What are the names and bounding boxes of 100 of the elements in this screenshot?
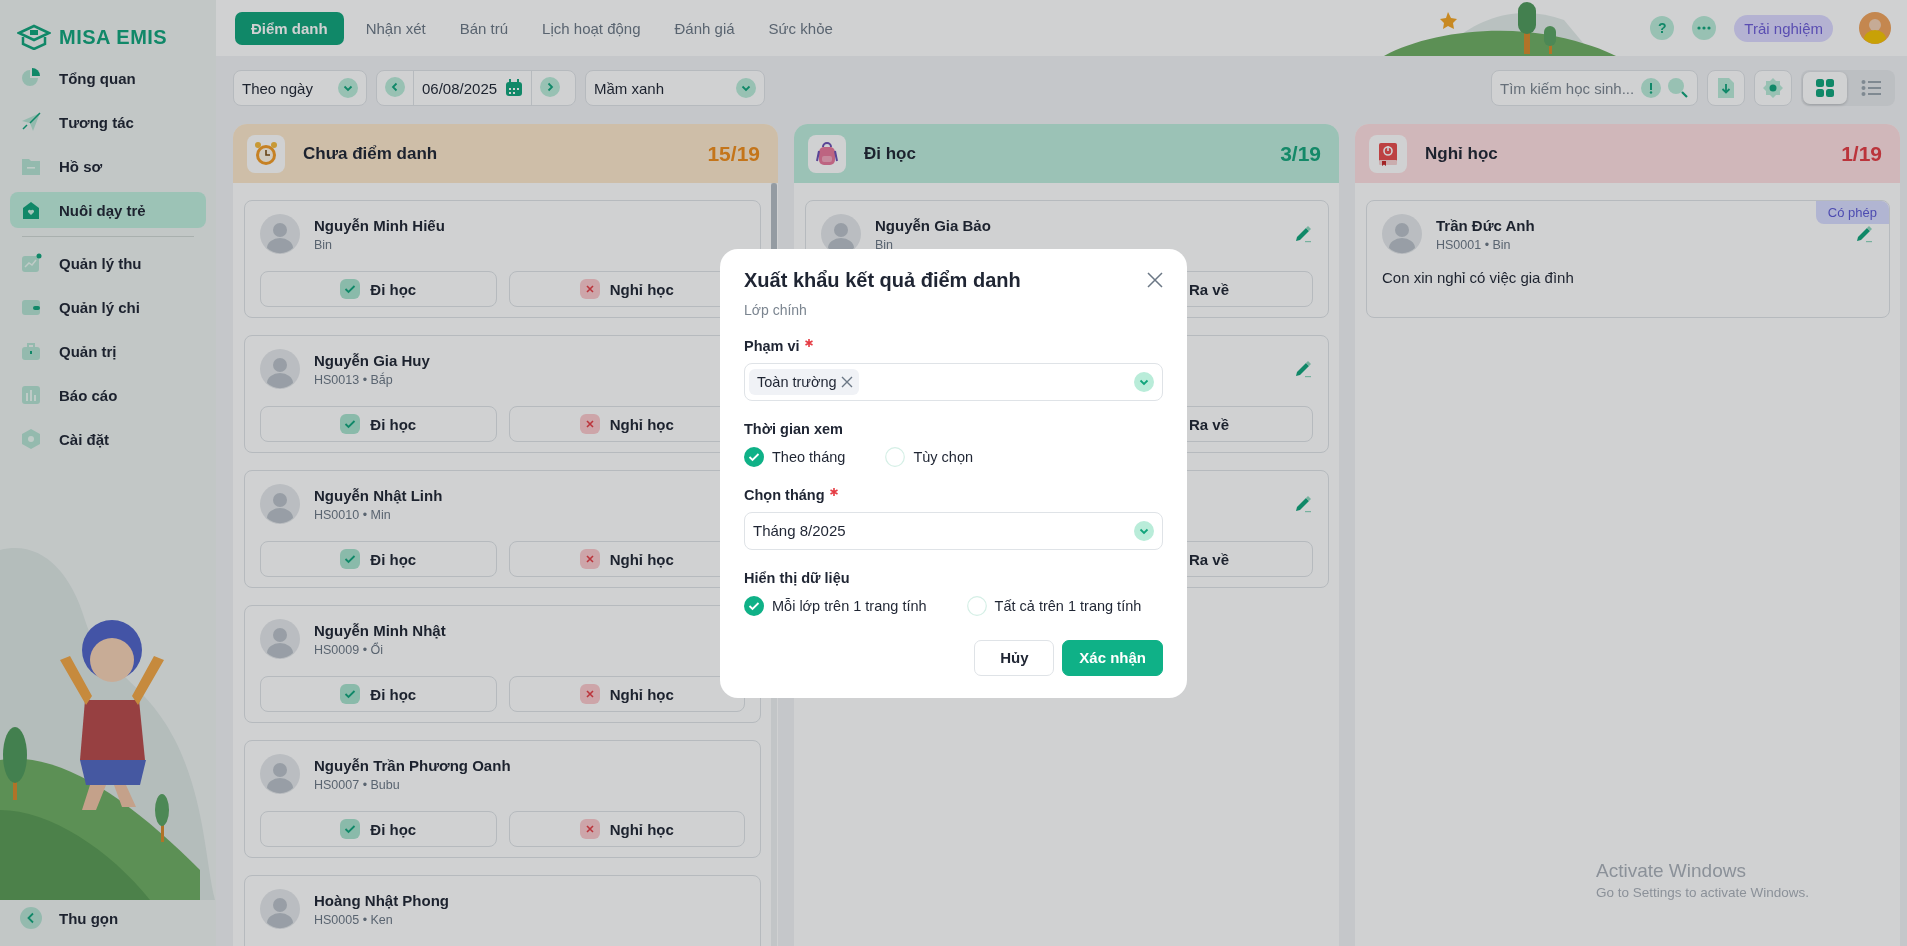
sidebar-item[interactable]: Quản lý chi	[10, 289, 206, 325]
student-name: Hoàng Nhật Phong	[314, 891, 450, 909]
date-field[interactable]: 06/08/2025	[422, 79, 498, 97]
notice-title: Activate Windows	[1596, 860, 1747, 882]
attendance-button[interactable]: Đi học	[260, 541, 497, 577]
hexagon-icon	[20, 428, 42, 450]
month-select[interactable]: Tháng 8/2025	[744, 511, 1163, 550]
check-icon	[340, 414, 361, 434]
dialog-title: Xuất khẩu kết quả điểm danh	[744, 268, 1021, 292]
radio-label[interactable]: Mỗi lớp trên 1 trang tính	[772, 597, 927, 614]
avatar-icon	[260, 619, 300, 659]
calendar-icon[interactable]	[505, 79, 524, 97]
radio-button[interactable]	[744, 595, 764, 616]
pencil-icon[interactable]	[1293, 224, 1313, 244]
radio-button[interactable]	[744, 446, 764, 467]
field-label: Thời gian xem	[744, 420, 843, 437]
student-name: Nguyễn Gia Bảo	[875, 216, 992, 234]
attendance-button[interactable]: Đi học	[260, 271, 497, 307]
info-icon	[1641, 78, 1661, 98]
student-name: Nguyễn Nhật Linh	[314, 486, 444, 504]
avatar-icon	[260, 349, 300, 389]
file-download-icon	[1717, 77, 1735, 99]
check-icon	[340, 684, 361, 704]
user-avatar-icon[interactable]	[1859, 12, 1891, 44]
check-icon	[340, 279, 361, 299]
attendance-button[interactable]: Đi học	[260, 811, 497, 847]
absence-note: Con xin nghỉ có việc gia đình	[1382, 269, 1575, 286]
sidebar-item[interactable]: Cài đặt	[10, 421, 206, 457]
avatar-icon	[260, 889, 300, 929]
grid-view-icon	[1815, 78, 1835, 98]
chevron-down-icon	[1134, 520, 1154, 541]
radio-label[interactable]: Tùy chọn	[913, 448, 974, 465]
collapse-link[interactable]: Thu gọn	[59, 909, 119, 927]
alarm-clock-icon	[253, 140, 279, 167]
tab[interactable]: Đánh giá	[662, 11, 747, 45]
list-view-icon	[1861, 79, 1881, 97]
chevron-right-icon[interactable]	[540, 76, 561, 97]
chevron-left-icon[interactable]	[385, 76, 405, 97]
tab[interactable]: Lịch hoạt động	[530, 11, 653, 45]
count-label: 1/19	[1841, 141, 1882, 166]
radio-label[interactable]: Tất cả trên 1 trang tính	[994, 597, 1142, 614]
sidebar-item[interactable]: Tương tác	[10, 104, 206, 140]
sidebar-item[interactable]: Hồ sơ	[10, 148, 206, 184]
tab[interactable]: Sức khỏe	[756, 11, 845, 45]
chevron-down-icon	[736, 78, 756, 98]
cross-icon	[579, 414, 600, 434]
pencil-icon[interactable]	[1293, 359, 1313, 379]
column-title: Đi học	[864, 143, 917, 164]
avatar-icon	[260, 214, 300, 254]
student-code: Bin	[314, 237, 334, 252]
attendance-button[interactable]: Nghỉ học	[508, 676, 745, 712]
student-code: HS0007 • Bubu	[314, 777, 401, 792]
tab[interactable]: Nhận xét	[353, 11, 438, 45]
briefcase-icon	[20, 340, 42, 362]
attendance-button[interactable]: Đi học	[260, 406, 497, 442]
more-icon[interactable]	[1692, 16, 1717, 40]
radio-label[interactable]: Theo tháng	[772, 448, 846, 465]
cancel-button[interactable]: Hủy	[974, 639, 1055, 676]
download-button[interactable]	[1707, 70, 1745, 106]
pencil-icon[interactable]	[1293, 494, 1313, 514]
pencil-icon[interactable]	[1854, 224, 1874, 244]
class-select[interactable]: Mầm xanh	[585, 70, 765, 106]
tab[interactable]: Bán trú	[447, 11, 521, 45]
avatar-icon	[1382, 214, 1422, 254]
sidebar-item[interactable]: Quản trị	[10, 333, 206, 369]
close-icon[interactable]	[1147, 272, 1163, 288]
tag-chip[interactable]: Toàn trường	[749, 368, 859, 395]
cross-icon	[579, 819, 600, 839]
close-icon[interactable]	[840, 375, 853, 388]
count-label: 15/19	[707, 141, 760, 166]
sidebar-item[interactable]: Tổng quan	[10, 60, 206, 96]
settings-button[interactable]	[1754, 70, 1792, 106]
attendance-button[interactable]: Đi học	[260, 676, 497, 712]
student-name: Nguyễn Minh Nhật	[314, 621, 447, 639]
chevron-left-icon[interactable]	[20, 907, 42, 929]
house-icon	[20, 199, 42, 221]
radio-button[interactable]	[885, 446, 906, 467]
scope-select[interactable]: Toàn trường	[744, 362, 1163, 401]
logo-text: MISA EMIS	[59, 25, 168, 49]
cross-icon	[579, 279, 600, 299]
field-label: Phạm vi	[744, 337, 800, 354]
sidebar-item[interactable]: Nuôi dạy trẻ	[10, 192, 206, 228]
student-name: Nguyễn Minh Hiếu	[314, 216, 446, 234]
dialog-subtitle: Lớp chính	[744, 301, 808, 318]
column-title: Nghỉ học	[1425, 143, 1499, 164]
attendance-button[interactable]: Nghỉ học	[508, 811, 745, 847]
student-name: Nguyễn Gia Huy	[314, 351, 431, 369]
search-icon[interactable]	[1667, 77, 1689, 99]
sidebar-item[interactable]: Báo cáo	[10, 377, 206, 413]
student-name: Nguyễn Trần Phương Oanh	[314, 756, 512, 774]
sidebar-item[interactable]: Quản lý thu	[10, 245, 206, 281]
view-toggle[interactable]	[1803, 72, 1847, 104]
radio-button[interactable]	[966, 595, 987, 616]
student-code: HS0013 • Bắp	[314, 372, 394, 387]
permission-badge: Có phép	[1815, 201, 1889, 224]
column-title: Chưa điểm danh	[303, 143, 439, 164]
cross-icon	[579, 549, 600, 569]
chevron-down-icon	[338, 78, 358, 98]
view-mode-select[interactable]: Theo ngày	[233, 70, 367, 106]
avatar-icon	[260, 484, 300, 524]
